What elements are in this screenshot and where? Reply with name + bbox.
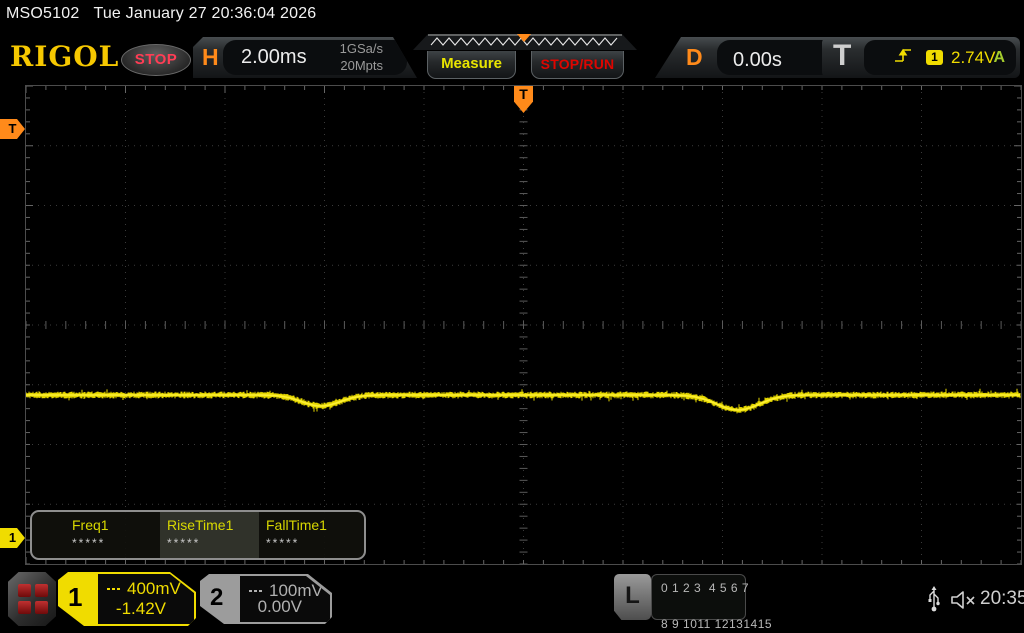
- trigger-level-value: 2.74V: [951, 48, 995, 68]
- trigger-level-marker[interactable]: T: [0, 119, 25, 139]
- stop-run-button[interactable]: STOP/RUN: [531, 51, 624, 79]
- channel2-status-block[interactable]: 2 100mV 0.00V: [200, 574, 332, 624]
- memory-position-marker-icon[interactable]: [517, 34, 531, 42]
- horizontal-settings-block[interactable]: H 2.00ms 1GSa/s 20Mpts: [193, 37, 417, 78]
- menu-button[interactable]: [8, 572, 56, 626]
- logic-row2: 8 9 1011 12131415: [661, 617, 772, 631]
- titlebar: MSO5102 Tue January 27 20:36:04 2026: [6, 5, 316, 23]
- run-state-badge: STOP: [121, 44, 191, 76]
- trigger-block[interactable]: T 1 2.74V A: [822, 37, 1020, 78]
- waveform-display-area[interactable]: [25, 85, 1022, 565]
- measure-button[interactable]: Measure: [427, 51, 516, 79]
- dc-coupling-icon: [249, 590, 264, 592]
- channel1-offset: -1.42V: [116, 599, 166, 619]
- channel1-ground-marker[interactable]: 1: [0, 528, 25, 548]
- channel1-number: 1: [68, 582, 82, 613]
- acquisition-info: 1GSa/s 20Mpts: [340, 40, 383, 74]
- channel1-status-block[interactable]: 1 400mV -1.42V: [58, 572, 196, 626]
- measurement-name: FallTime1: [266, 517, 364, 533]
- delay-label: D: [686, 44, 703, 71]
- measurement-value: *****: [72, 536, 160, 550]
- measurement-item[interactable]: Freq1 *****: [32, 512, 160, 558]
- measurement-panel: Freq1 ***** RiseTime1 ***** FallTime1 **…: [30, 510, 366, 560]
- dc-coupling-icon: [107, 588, 122, 590]
- menu-square-icon: [18, 601, 31, 614]
- menu-square-icon: [35, 584, 48, 597]
- channel1-waveform: [26, 86, 1021, 564]
- channel2-number: 2: [210, 584, 223, 612]
- sample-rate: 1GSa/s: [340, 40, 383, 57]
- measurement-value: *****: [266, 536, 364, 550]
- menu-square-icon: [35, 601, 48, 614]
- measurement-name: RiseTime1: [167, 517, 259, 533]
- measurement-name: Freq1: [72, 517, 160, 533]
- delay-value: 0.00s: [733, 49, 782, 72]
- channel2-offset: 0.00V: [258, 597, 302, 617]
- channel1-values-panel: 400mV -1.42V: [98, 574, 194, 624]
- logic-channels-panel[interactable]: 0 1 2 3 4 5 6 7 8 9 1011 12131415: [651, 574, 746, 620]
- measurement-item[interactable]: RiseTime1 *****: [160, 512, 259, 558]
- timebase-value: 2.00ms: [241, 46, 307, 69]
- logic-row1: 0 1 2 3 4 5 6 7: [661, 581, 749, 595]
- horizontal-label: H: [202, 44, 219, 71]
- clock: 20:35: [980, 588, 1024, 610]
- usb-icon: [926, 585, 942, 613]
- channel1-scale: 400mV: [127, 579, 181, 599]
- model-name: MSO5102: [6, 5, 79, 22]
- memory-depth: 20Mpts: [340, 57, 383, 74]
- trigger-inner-panel: 1 2.74V A: [864, 40, 1016, 75]
- trigger-label: T: [833, 39, 851, 73]
- channel2-values-panel: 100mV 0.00V: [240, 576, 330, 622]
- speaker-muted-icon: [948, 588, 978, 612]
- rigol-logo: RIGOL: [10, 40, 119, 73]
- trigger-sweep-mode: A: [993, 49, 1005, 67]
- trigger-source-badge: 1: [926, 50, 943, 65]
- datetime: Tue January 27 20:36:04 2026: [93, 5, 316, 22]
- logic-channels-button[interactable]: L: [614, 574, 651, 620]
- measurement-value: *****: [167, 536, 259, 550]
- measurement-item[interactable]: FallTime1 *****: [259, 512, 364, 558]
- menu-square-icon: [18, 584, 31, 597]
- menu-grid-icon: [18, 584, 48, 614]
- rising-edge-trigger-icon: [894, 46, 912, 64]
